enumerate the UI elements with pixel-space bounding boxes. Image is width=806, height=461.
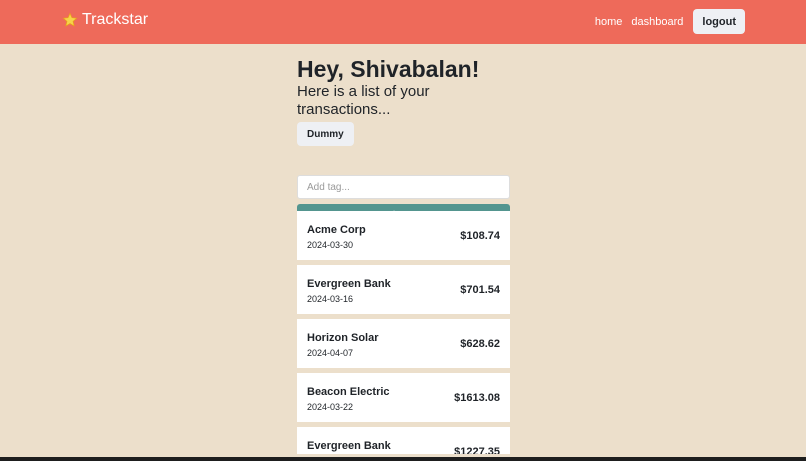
transaction-name: Acme Corp xyxy=(307,224,366,236)
nav-link-home[interactable]: home xyxy=(595,16,623,28)
transaction-card[interactable]: Evergreen Bank $1227.35 xyxy=(297,427,510,454)
transaction-card[interactable]: Evergreen Bank 2024-03-16 $701.54 xyxy=(297,265,510,314)
transaction-card[interactable]: Horizon Solar 2024-04-07 $628.62 xyxy=(297,319,510,368)
transaction-amount: $1613.08 xyxy=(454,392,500,404)
transaction-date: 2024-03-16 xyxy=(307,294,354,304)
transaction-amount: $628.62 xyxy=(460,338,500,350)
nav-link-dashboard[interactable]: dashboard xyxy=(631,16,683,28)
brand[interactable]: Trackstar xyxy=(62,11,148,29)
transaction-list[interactable]: Acme Corp 2024-03-30 $108.74 Evergreen B… xyxy=(297,211,510,454)
nav-links: home dashboard logout xyxy=(595,9,745,34)
main-content: Hey, Shivabalan! Here is a list of your … xyxy=(297,55,510,228)
transaction-name: Evergreen Bank xyxy=(307,440,391,452)
transaction-amount: $701.54 xyxy=(460,284,500,296)
transaction-date: 2024-03-30 xyxy=(307,240,354,250)
transaction-date: 2024-04-07 xyxy=(307,348,354,358)
star-icon xyxy=(62,12,78,27)
page-title: Hey, Shivabalan! xyxy=(297,56,480,82)
dummy-button[interactable]: Dummy xyxy=(297,122,354,146)
window-bottom-edge xyxy=(0,457,806,461)
transaction-amount: $1227.35 xyxy=(454,446,500,454)
transaction-amount: $108.74 xyxy=(460,230,500,242)
transaction-name: Horizon Solar xyxy=(307,332,379,344)
transaction-card[interactable]: Acme Corp 2024-03-30 $108.74 xyxy=(297,211,510,260)
transaction-card[interactable]: Beacon Electric 2024-03-22 $1613.08 xyxy=(297,373,510,422)
brand-name: Trackstar xyxy=(82,11,149,28)
transaction-date: 2024-03-22 xyxy=(307,402,354,412)
transaction-name: Evergreen Bank xyxy=(307,278,391,290)
navbar: Trackstar home dashboard logout xyxy=(0,0,806,44)
page-subtitle: Here is a list of your transactions... xyxy=(297,83,430,118)
tag-input[interactable] xyxy=(297,175,510,199)
logout-button[interactable]: logout xyxy=(693,9,745,34)
transaction-name: Beacon Electric xyxy=(307,386,390,398)
